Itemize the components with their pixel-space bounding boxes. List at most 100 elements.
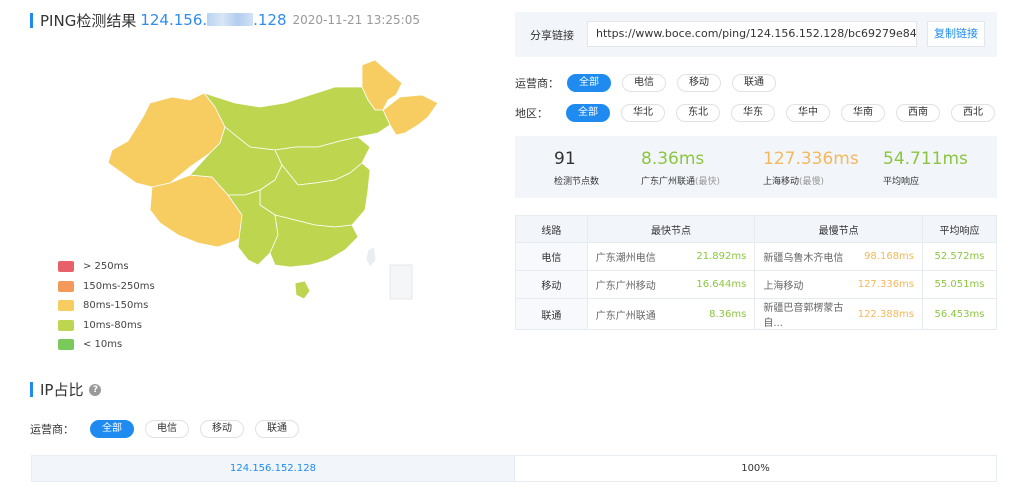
result-table-header: 线路 最快节点 最慢节点 平均响应 [515, 215, 997, 243]
average-cell: 52.572ms [922, 242, 997, 271]
result-table: 线路 最快节点 最慢节点 平均响应 电信 广东潮州电信 21.892ms 新疆乌鲁木齐… [515, 215, 997, 330]
stat-average-label: 平均响应 [883, 177, 920, 187]
fastest-node-cell: 广东潮州电信 21.892ms [586, 242, 756, 271]
average-latency: 56.453ms [934, 308, 985, 320]
ip-address-cell: 124.156.152.128 [32, 456, 515, 481]
line-cell: 移动 [515, 270, 588, 299]
region-pill[interactable]: 全部 [566, 104, 610, 122]
legend-label: < 10ms [83, 339, 123, 351]
slowest-node-latency: 98.168ms [864, 251, 915, 262]
average-cell: 56.453ms [922, 298, 997, 330]
legend-swatch [58, 339, 74, 351]
page-title: PING检测结果 [40, 11, 137, 30]
fastest-node-cell: 广东广州联通 8.36ms [586, 298, 756, 330]
summary-stats: 91 检测节点数 8.36ms 广东广州联通(最快) 127.336ms 上海移… [515, 136, 997, 198]
stat-slowest-value: 127.336ms [763, 149, 859, 169]
ip-share-table: 124.156.152.128 100% [31, 455, 997, 482]
average-latency: 55.051ms [934, 279, 985, 290]
ip-operator-filter-label: 运营商： [30, 423, 74, 436]
copy-link-button[interactable]: 复制链接 [927, 21, 985, 47]
legend-item: > 250ms [58, 257, 155, 277]
region-pill[interactable]: 华南 [841, 104, 885, 122]
stat-node-count-value: 91 [554, 149, 576, 169]
help-circle-icon[interactable]: ? [89, 383, 102, 396]
line-cell: 联通 [515, 298, 588, 330]
slowest-node-name: 新疆巴音郭楞蒙古自... [763, 303, 844, 329]
legend-label: 10ms-80ms [83, 319, 142, 331]
target-ip-suffix: .128 [253, 11, 287, 29]
operator-pill[interactable]: 电信 [622, 74, 666, 92]
legend-swatch [58, 319, 74, 331]
legend-item: 150ms-250ms [58, 277, 155, 297]
ip-redaction-blur [207, 13, 254, 26]
ip-operator-pill[interactable]: 联通 [255, 420, 299, 438]
ip-percent-cell: 100% [741, 463, 770, 474]
operator-filter: 运营商： 全部 电信 移动 联通 [515, 74, 787, 92]
legend-swatch [58, 280, 74, 292]
stat-slowest: 127.336ms 上海移动(最慢) [763, 148, 859, 187]
region-pill[interactable]: 华北 [621, 104, 665, 122]
fastest-node-cell: 广东广州移动 16.644ms [586, 270, 756, 299]
region-pill[interactable]: 华中 [786, 104, 830, 122]
legend-label: > 250ms [83, 261, 129, 273]
page-title-bar: PING检测结果 124.156. .128 2020-11-21 13:25:0… [30, 11, 420, 30]
column-header-fastest: 最快节点 [586, 215, 756, 243]
slowest-node-name: 新疆乌鲁木齐电信 [763, 253, 844, 264]
stat-average-value: 54.711ms [883, 149, 968, 169]
slowest-node-cell: 上海移动 127.336ms [754, 270, 924, 299]
column-header-average: 平均响应 [922, 215, 997, 243]
title-accent-bar [30, 12, 33, 28]
slowest-node-latency: 122.388ms [857, 308, 915, 320]
legend-item: 80ms-150ms [58, 296, 155, 316]
region-pill[interactable]: 华东 [731, 104, 775, 122]
title-accent-bar [30, 382, 33, 397]
fastest-node-latency: 8.36ms [709, 308, 747, 320]
target-ip: 124.156. .128 [140, 11, 286, 29]
stat-fastest-label: 广东广州联通(最快) [641, 177, 721, 187]
operator-pill[interactable]: 全部 [567, 74, 611, 92]
check-timestamp: 2020-11-21 13:25:05 [292, 13, 420, 27]
region-pill[interactable]: 西北 [951, 104, 995, 122]
map-region-jilin-liaoning[interactable] [382, 94, 439, 136]
average-cell: 55.051ms [922, 270, 997, 299]
stat-fastest: 8.36ms 广东广州联通(最快) [641, 148, 720, 187]
map-region-taiwan [365, 246, 377, 268]
stat-node-count-label: 检测节点数 [554, 177, 600, 187]
share-link-label: 分享链接 [530, 29, 574, 42]
stat-fastest-value: 8.36ms [641, 149, 705, 169]
column-header-line: 线路 [515, 215, 588, 243]
legend-label: 150ms-250ms [83, 280, 155, 292]
legend-item: 10ms-80ms [58, 316, 155, 336]
share-url-field[interactable]: https://www.boce.com/ping/124.156.152.12… [587, 21, 917, 47]
ip-operator-pill[interactable]: 全部 [90, 420, 134, 438]
region-filter: 地区： 全部 华北 东北 华东 华中 华南 西南 西北 [515, 104, 1006, 122]
operator-pill[interactable]: 联通 [732, 74, 776, 92]
slowest-node-latency: 127.336ms [857, 279, 915, 290]
region-options: 全部 华北 东北 华东 华中 华南 西南 西北 [566, 104, 1006, 122]
ip-operator-options: 全部 电信 移动 联通 [90, 420, 310, 438]
ip-operator-pill[interactable]: 电信 [145, 420, 189, 438]
map-region-hainan[interactable] [294, 280, 311, 300]
fastest-node-latency: 16.644ms [696, 279, 747, 290]
slowest-node-cell: 新疆巴音郭楞蒙古自... 122.388ms [754, 298, 924, 330]
fastest-node-latency: 21.892ms [696, 251, 747, 262]
line-cell: 电信 [515, 242, 588, 271]
ip-operator-filter: 运营商： 全部 电信 移动 联通 [30, 420, 310, 438]
table-row: 联通 广东广州联通 8.36ms 新疆巴音郭楞蒙古自... 122.388ms 56.45… [515, 298, 997, 330]
slowest-node-cell: 新疆乌鲁木齐电信 98.168ms [754, 242, 924, 271]
ip-operator-pill[interactable]: 移动 [200, 420, 244, 438]
operator-filter-label: 运营商： [515, 77, 559, 90]
stat-slowest-label: 上海移动(最慢) [763, 177, 825, 187]
fastest-node-name: 广东广州联通 [595, 310, 656, 322]
average-latency: 52.572ms [934, 251, 985, 262]
operator-pill[interactable]: 移动 [677, 74, 721, 92]
legend-swatch [58, 300, 74, 312]
stat-average: 54.711ms 平均响应 [883, 148, 968, 187]
region-pill[interactable]: 东北 [676, 104, 720, 122]
share-link-bar: 分享链接 https://www.boce.com/ping/124.156.1… [515, 12, 997, 57]
region-filter-label: 地区： [515, 107, 548, 120]
legend-label: 80ms-150ms [83, 300, 149, 312]
table-row: 电信 广东潮州电信 21.892ms 新疆乌鲁木齐电信 98.168ms 52.572ms [515, 242, 997, 271]
region-pill[interactable]: 西南 [896, 104, 940, 122]
column-header-slowest: 最慢节点 [754, 215, 924, 243]
